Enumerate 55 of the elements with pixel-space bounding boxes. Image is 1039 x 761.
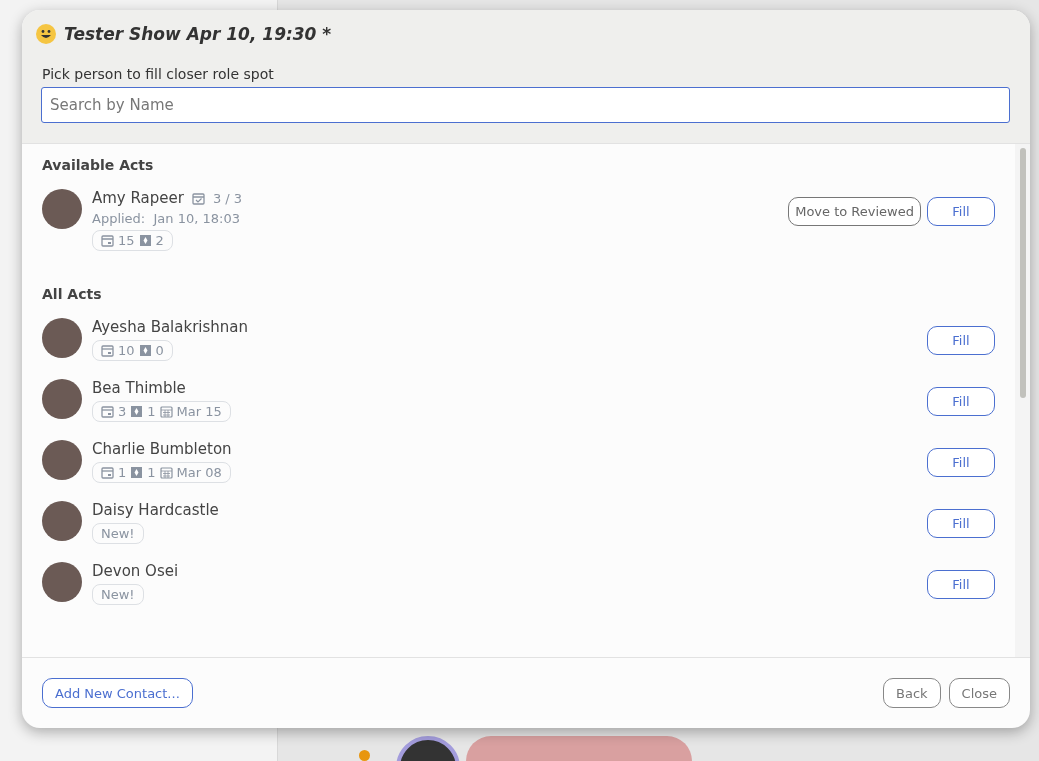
stat-value: 1 bbox=[147, 404, 156, 419]
avatar-photo-placeholder bbox=[42, 318, 82, 358]
fill-button[interactable]: Fill bbox=[927, 387, 995, 416]
fill-button[interactable]: Fill bbox=[927, 448, 995, 477]
calendar-check-icon bbox=[191, 191, 205, 205]
avatar-photo-placeholder bbox=[42, 562, 82, 602]
person-name: Amy Rapeer bbox=[92, 189, 184, 207]
stat-value: 2 bbox=[155, 233, 164, 248]
person-name: Bea Thimble bbox=[92, 379, 186, 397]
fill-button[interactable]: Fill bbox=[927, 570, 995, 599]
spots-count: 3 / 3 bbox=[212, 190, 243, 206]
fill-button[interactable]: Fill bbox=[927, 197, 995, 226]
stat-value: 10 bbox=[118, 343, 135, 358]
prompt-text: Pick person to fill closer role spot bbox=[42, 66, 275, 82]
ticket-icon bbox=[130, 466, 144, 479]
scrollbar-thumb[interactable] bbox=[1019, 148, 1026, 398]
ticket-icon bbox=[130, 405, 144, 418]
stat-value: 3 bbox=[118, 404, 127, 419]
footer-button[interactable]: Back bbox=[883, 678, 941, 708]
search-field[interactable]: Search by Name bbox=[41, 87, 1010, 123]
move-button[interactable]: Move to Reviewed bbox=[788, 197, 921, 226]
calendar-grid-icon bbox=[159, 466, 173, 479]
avatar-photo-placeholder bbox=[42, 379, 82, 419]
avatar-photo-placeholder bbox=[42, 440, 82, 480]
stat-value: 1 bbox=[147, 465, 156, 480]
calendar-icon bbox=[101, 344, 114, 357]
add-contact-button[interactable]: Add New Contact... bbox=[42, 678, 193, 708]
stat-value: Mar 15 bbox=[176, 404, 222, 419]
footer-button[interactable]: Close bbox=[948, 678, 1010, 708]
calendar-grid-icon bbox=[159, 405, 173, 418]
new-label: New! bbox=[101, 526, 135, 541]
stat-value: 0 bbox=[155, 343, 164, 358]
stat-value: Mar 08 bbox=[176, 465, 222, 480]
calendar-icon bbox=[101, 234, 114, 247]
dialog-title: Tester Show Apr 10, 19:30 * bbox=[64, 24, 332, 44]
applied-date: Applied: Jan 10, 18:03 bbox=[92, 211, 241, 226]
calendar-icon bbox=[101, 466, 114, 479]
avatar-photo-placeholder bbox=[42, 501, 82, 541]
status-dot bbox=[359, 750, 370, 761]
avatar-photo-placeholder bbox=[42, 189, 82, 229]
stat-value: 15 bbox=[118, 233, 135, 248]
person-name: Devon Osei bbox=[92, 562, 179, 580]
fill-button[interactable]: Fill bbox=[927, 509, 995, 538]
person-name: Daisy Hardcastle bbox=[92, 501, 219, 519]
person-name: Ayesha Balakrishnan bbox=[92, 318, 249, 336]
person-name: Charlie Bumbleton bbox=[92, 440, 232, 458]
calendar-icon bbox=[101, 405, 114, 418]
new-label: New! bbox=[101, 587, 135, 602]
ticket-icon bbox=[138, 344, 152, 357]
ticket-icon bbox=[138, 234, 152, 247]
stat-value: 1 bbox=[118, 465, 127, 480]
smiley-icon bbox=[36, 24, 56, 44]
section-title: Available Acts bbox=[42, 157, 155, 173]
fill-button[interactable]: Fill bbox=[927, 326, 995, 355]
section-title: All Acts bbox=[42, 286, 103, 302]
